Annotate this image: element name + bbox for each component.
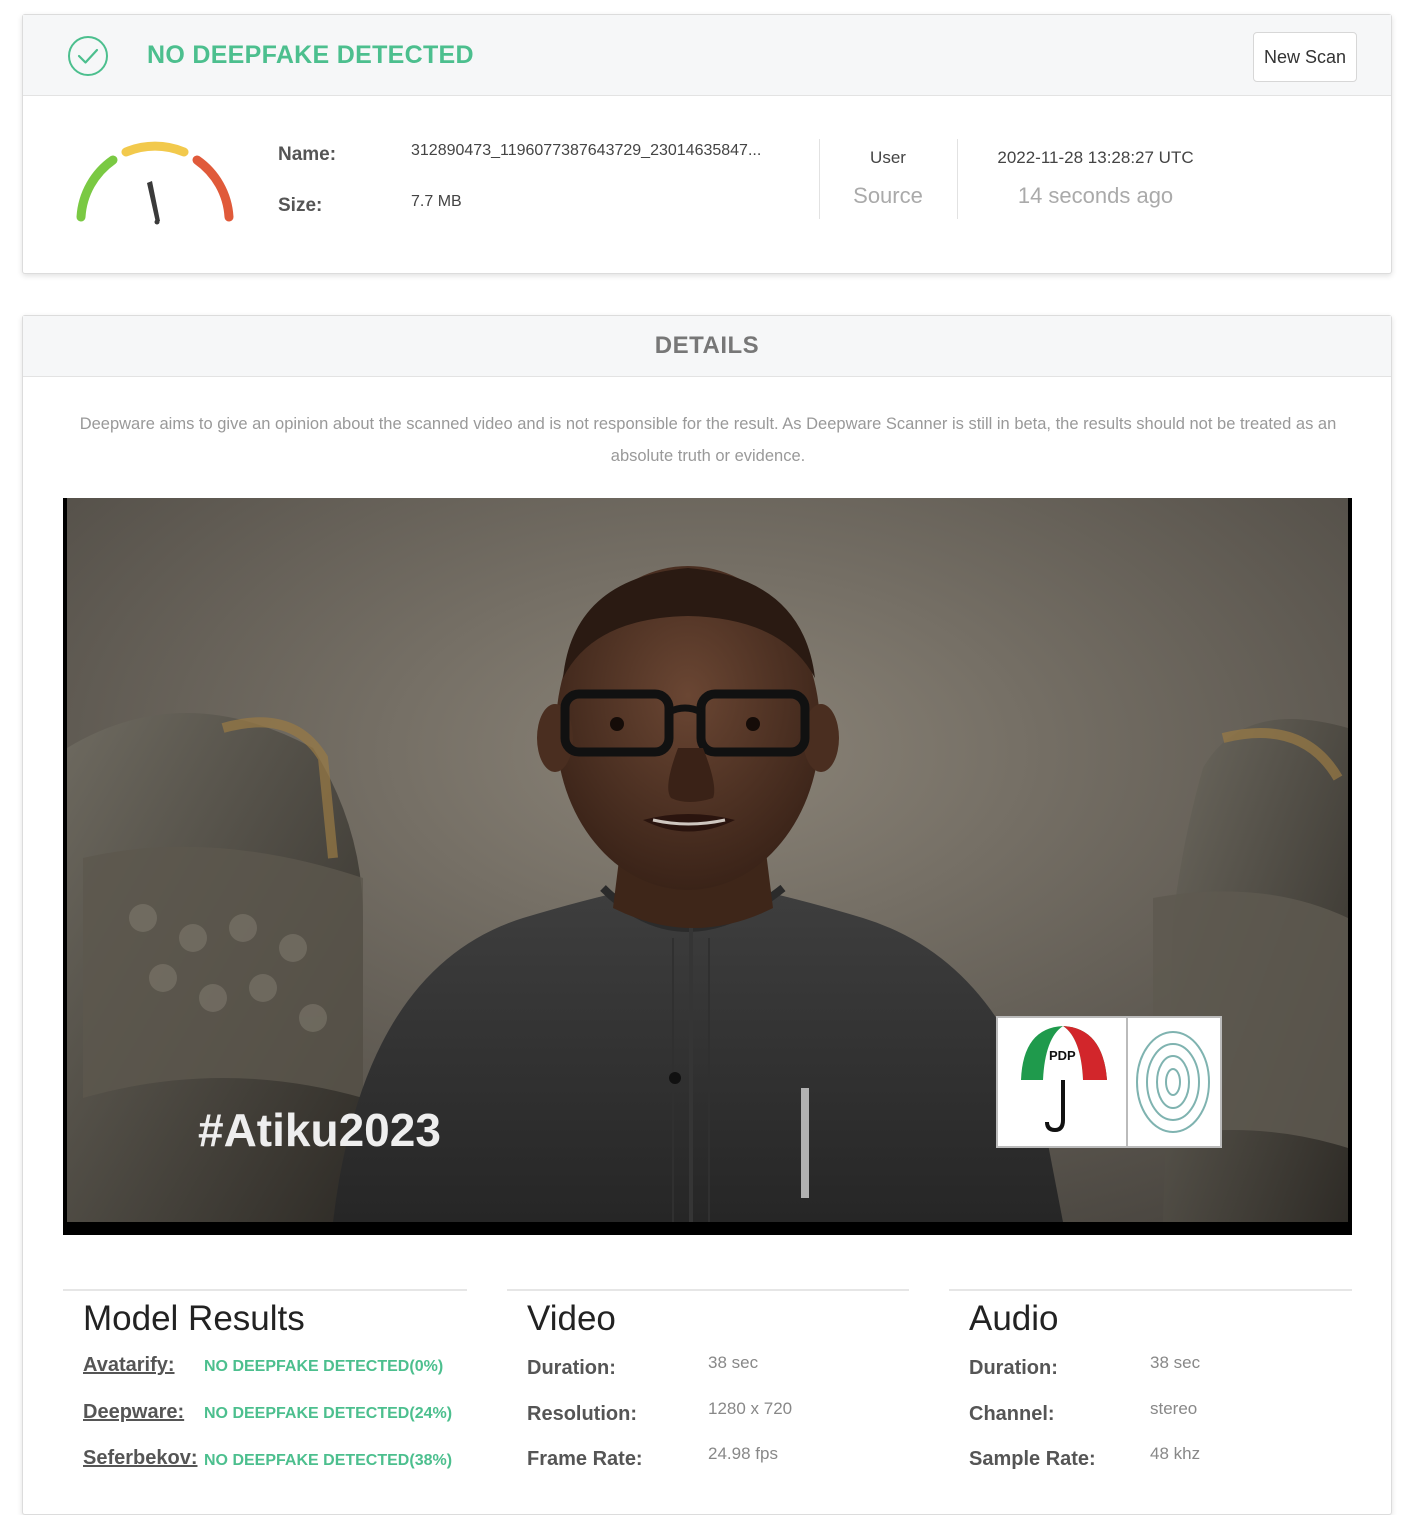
audio-info-title: Audio xyxy=(969,1299,1059,1338)
new-scan-button[interactable]: New Scan xyxy=(1253,32,1357,82)
details-card: DETAILS Deepware aims to give an opinion… xyxy=(22,315,1392,1515)
scan-timestamp: 2022-11-28 13:28:27 UTC xyxy=(997,148,1194,167)
party-logo-icon: PDP xyxy=(996,1016,1222,1148)
audio-channel-label: Channel: xyxy=(969,1403,1055,1425)
summary-header: NO DEEPFAKE DETECTED New Scan xyxy=(23,15,1391,96)
audio-duration-label: Duration: xyxy=(969,1357,1058,1379)
scan-summary-card: NO DEEPFAKE DETECTED New Scan Name: 3128… xyxy=(22,14,1392,274)
size-label: Size: xyxy=(278,195,323,216)
video-frame-image: #Atiku2023 PDP xyxy=(63,498,1352,1235)
file-name: 312890473_1196077387643729_23014635847..… xyxy=(411,142,762,159)
model-link-seferbekov[interactable]: Seferbekov: xyxy=(83,1447,198,1470)
model-result-seferbekov: NO DEEPFAKE DETECTED(38%) xyxy=(204,1452,453,1469)
relative-time: 14 seconds ago xyxy=(1017,183,1174,208)
video-resolution-value: 1280 x 720 xyxy=(708,1399,793,1418)
model-results-section: Model Results Avatarify: NO DEEPFAKE DET… xyxy=(63,1289,467,1491)
video-duration-label: Duration: xyxy=(527,1357,616,1379)
video-preview[interactable]: #Atiku2023 PDP xyxy=(63,498,1352,1235)
source-value: User xyxy=(870,148,906,167)
audio-samplerate-label: Sample Rate: xyxy=(969,1448,1096,1470)
video-resolution-label: Resolution: xyxy=(527,1403,637,1425)
disclaimer-text: Deepware aims to give an opinion about t… xyxy=(79,415,1337,465)
verdict-title: NO DEEPFAKE DETECTED xyxy=(147,41,474,69)
divider xyxy=(819,139,820,219)
name-label: Name: xyxy=(278,144,337,165)
video-duration-value: 38 sec xyxy=(708,1353,759,1372)
video-info-title: Video xyxy=(527,1299,616,1338)
gauge-icon xyxy=(76,141,234,225)
model-result-avatarify: NO DEEPFAKE DETECTED(0%) xyxy=(204,1358,444,1375)
details-title: DETAILS xyxy=(23,316,1391,377)
model-link-deepware[interactable]: Deepware: xyxy=(83,1401,184,1424)
audio-channel-value: stereo xyxy=(1150,1399,1198,1418)
video-hashtag: #Atiku2023 xyxy=(198,1104,441,1156)
model-results-title: Model Results xyxy=(83,1299,305,1338)
divider xyxy=(957,139,958,219)
video-info-section: Video Duration: 38 sec Resolution: 1280 … xyxy=(507,1289,909,1491)
source-label: Source xyxy=(853,183,923,208)
audio-info-section: Audio Duration: 38 sec Channel: stereo S… xyxy=(949,1289,1352,1491)
video-framerate-value: 24.98 fps xyxy=(708,1444,778,1463)
video-framerate-label: Frame Rate: xyxy=(527,1448,643,1470)
check-circle-icon xyxy=(68,36,108,76)
file-size: 7.7 MB xyxy=(411,193,462,210)
svg-text:PDP: PDP xyxy=(1049,1048,1076,1063)
audio-duration-value: 38 sec xyxy=(1150,1353,1201,1372)
model-result-deepware: NO DEEPFAKE DETECTED(24%) xyxy=(204,1405,453,1422)
model-link-avatarify[interactable]: Avatarify: xyxy=(83,1354,175,1377)
audio-samplerate-value: 48 khz xyxy=(1150,1444,1201,1463)
